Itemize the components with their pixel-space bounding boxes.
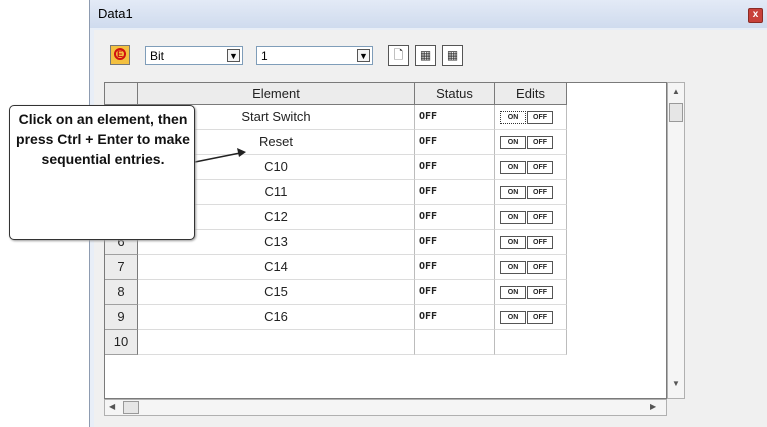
element-cell[interactable]: C14 [138,255,415,280]
scroll-left-icon[interactable]: ◀ [109,402,115,411]
callout-text: Click on an element, then press Ctrl + E… [16,111,190,167]
row-number[interactable]: 7 [105,255,138,280]
off-button[interactable]: OFF [527,186,553,199]
multi-entry-icon: ▦ [446,48,459,62]
edits-cell: ON OFF [495,305,567,330]
vertical-scrollbar[interactable]: ▲ ▼ [667,82,685,399]
horizontal-scroll-thumb[interactable] [123,401,139,414]
off-button[interactable]: OFF [527,111,553,124]
close-button[interactable]: x [748,8,763,23]
horizontal-scrollbar[interactable]: ◀ ▶ [104,399,667,416]
edits-cell: ON OFF [495,255,567,280]
scroll-down-icon[interactable]: ▼ [672,379,680,388]
chevron-down-icon[interactable]: ▼ [357,49,370,62]
status-cell: OFF [415,155,495,180]
edits-cell: ON OFF [495,280,567,305]
single-entry-button[interactable]: ▦ [415,45,436,66]
on-button[interactable]: ON [500,186,526,199]
off-button[interactable]: OFF [527,261,553,274]
on-button[interactable]: ON [500,311,526,324]
title-bar[interactable]: Data1 x [90,0,767,28]
type-select[interactable]: Bit ▼ [145,46,243,65]
status-cell: OFF [415,230,495,255]
vertical-scroll-thumb[interactable] [669,103,683,122]
on-button[interactable]: ON [500,136,526,149]
status-cell: OFF [415,305,495,330]
status-cell: OFF [415,280,495,305]
edits-cell: ON OFF [495,205,567,230]
count-select-value: 1 [261,49,268,63]
e-icon: E [114,48,126,60]
status-cell: OFF [415,255,495,280]
edits-cell: ON OFF [495,155,567,180]
on-button[interactable]: ON [500,261,526,274]
element-cell[interactable] [138,330,415,355]
element-cell[interactable]: C16 [138,305,415,330]
scroll-up-icon[interactable]: ▲ [672,87,680,96]
edits-cell: ON OFF [495,230,567,255]
status-cell: OFF [415,130,495,155]
off-button[interactable]: OFF [527,211,553,224]
off-button[interactable]: OFF [527,286,553,299]
off-button[interactable]: OFF [527,136,553,149]
scroll-right-icon[interactable]: ▶ [650,402,656,411]
e-button[interactable]: E [110,45,130,65]
row-number[interactable]: 10 [105,330,138,355]
window-title: Data1 [98,6,133,21]
new-page-icon: 🗋 [393,48,404,62]
corner-header[interactable] [105,83,138,105]
on-button[interactable]: ON [500,236,526,249]
on-button[interactable]: ON [500,161,526,174]
status-cell: OFF [415,105,495,130]
edits-cell: ON OFF [495,130,567,155]
toolbar: E Bit ▼ 1 ▼ 🗋 ▦ ▦ [98,32,767,72]
edits-cell [495,330,567,355]
status-cell: OFF [415,180,495,205]
off-button[interactable]: OFF [527,236,553,249]
type-select-value: Bit [150,49,165,63]
edits-cell: ON OFF [495,180,567,205]
new-page-button[interactable]: 🗋 [388,45,409,66]
column-header-status[interactable]: Status [415,83,495,105]
on-button[interactable]: ON [500,286,526,299]
chevron-down-icon[interactable]: ▼ [227,49,240,62]
edits-cell: ON OFF [495,105,567,130]
row-number[interactable]: 8 [105,280,138,305]
status-cell: OFF [415,205,495,230]
off-button[interactable]: OFF [527,161,553,174]
count-select[interactable]: 1 ▼ [256,46,373,65]
element-cell[interactable]: C15 [138,280,415,305]
on-button[interactable]: ON [500,211,526,224]
instruction-callout: Click on an element, then press Ctrl + E… [9,105,195,240]
multi-entry-button[interactable]: ▦ [442,45,463,66]
status-cell [415,330,495,355]
column-header-edits[interactable]: Edits [495,83,567,105]
row-number[interactable]: 9 [105,305,138,330]
single-entry-icon: ▦ [419,48,432,62]
off-button[interactable]: OFF [527,311,553,324]
column-header-element[interactable]: Element [138,83,415,105]
on-button[interactable]: ON [500,111,526,124]
